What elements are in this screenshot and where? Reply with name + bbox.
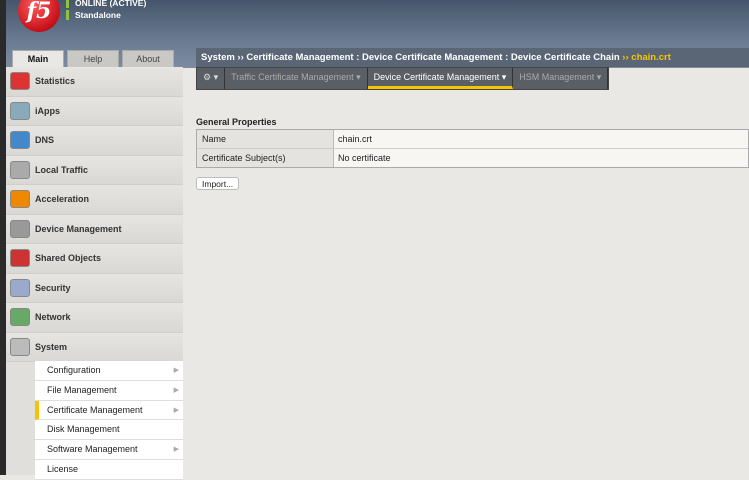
sidebar-item-system[interactable]: System xyxy=(6,332,183,362)
security-icon xyxy=(10,278,30,297)
sidebar-item-iapps[interactable]: iApps xyxy=(6,96,183,126)
properties-table: Name chain.crt Certificate Subject(s) No c… xyxy=(196,129,749,168)
submenu-label: Certificate Management xyxy=(47,404,143,415)
nav-traffic-cert[interactable]: Traffic Certificate Management ▾ xyxy=(225,68,368,89)
statistics-icon xyxy=(10,72,30,91)
row-value: No certificate xyxy=(334,148,748,167)
submenu-label: Software Management xyxy=(47,444,138,455)
submenu-label: Disk Management xyxy=(47,424,120,435)
table-row: Name chain.crt xyxy=(197,130,748,149)
row-label: Name xyxy=(197,130,334,148)
submenu-item[interactable]: Configuration ▶ xyxy=(35,361,183,381)
breadcrumb-sep: ›› xyxy=(619,52,632,63)
sidebar-item-label: Network xyxy=(35,312,71,323)
submenu-label: License xyxy=(47,463,79,474)
sidebar-item-label: Shared Objects xyxy=(35,253,102,264)
chevron-right-icon: ▶ xyxy=(173,446,179,454)
sidebar-item-label: DNS xyxy=(35,135,55,146)
chevron-right-icon: ▶ xyxy=(173,406,179,414)
network-icon xyxy=(10,308,30,327)
nav-hsm[interactable]: HSM Management ▾ xyxy=(513,68,609,89)
tab-help[interactable]: Help xyxy=(67,50,119,68)
import-button[interactable]: Import... xyxy=(196,177,240,190)
breadcrumb: System ›› Certificate Management : Devic… xyxy=(196,48,749,67)
main-tabs: Main Help About xyxy=(12,50,174,68)
shared-objects-icon xyxy=(10,249,30,268)
breadcrumb-path: System ›› Certificate Management : Devic… xyxy=(201,52,620,63)
sidebar-item-security[interactable]: Security xyxy=(6,273,183,303)
row-label: Certificate Subject(s) xyxy=(197,148,334,167)
sidebar-item-network[interactable]: Network xyxy=(6,303,183,333)
mode-text: Standalone xyxy=(66,10,121,20)
sidebar-item-device-management[interactable]: Device Management xyxy=(6,214,183,244)
sidebar-item-label: iApps xyxy=(35,105,61,116)
sidebar-item-dns[interactable]: DNS xyxy=(6,126,183,156)
chevron-right-icon: ▶ xyxy=(173,386,179,394)
nav-device-cert[interactable]: Device Certificate Management ▾ xyxy=(367,68,514,89)
sidebar-item-label: Statistics xyxy=(35,76,76,87)
sidebar-item-label: Device Management xyxy=(35,223,122,234)
device-management-icon xyxy=(10,219,30,238)
submenu-item[interactable]: Certificate Management ▶ xyxy=(35,400,183,421)
system-icon xyxy=(10,337,30,356)
iapps-icon xyxy=(10,101,30,120)
sidebar-item-label: Acceleration xyxy=(35,194,90,205)
submenu-label: Configuration xyxy=(47,365,101,375)
chevron-right-icon: ▶ xyxy=(173,367,179,374)
submenu-label: File Management xyxy=(47,384,117,395)
nav-bar: ⚙ ▾ Traffic Certificate Management ▾ Dev… xyxy=(196,67,610,90)
dns-icon xyxy=(10,131,30,150)
f5-logo: f5 xyxy=(18,0,60,32)
submenu-item[interactable]: License xyxy=(35,459,183,480)
submenu-item[interactable]: Disk Management xyxy=(35,420,183,441)
submenu-item[interactable]: Software Management ▶ xyxy=(35,440,183,460)
table-row: Certificate Subject(s) No certificate xyxy=(197,148,748,167)
acceleration-icon xyxy=(10,190,30,209)
sidebar-item-acceleration[interactable]: Acceleration xyxy=(6,185,183,215)
sidebar-item-shared-objects[interactable]: Shared Objects xyxy=(6,244,183,274)
local-traffic-icon xyxy=(10,160,30,179)
row-value: chain.crt xyxy=(334,130,748,148)
sidebar-item-statistics[interactable]: Statistics xyxy=(6,67,183,97)
section-title: General Properties xyxy=(196,117,277,127)
sidebar-item-local-traffic[interactable]: Local Traffic xyxy=(6,155,183,185)
gear-menu-icon[interactable]: ⚙ ▾ xyxy=(197,68,226,89)
sidebar-item-label: Security xyxy=(35,282,71,293)
system-submenu: Configuration ▶ File Management ▶ Certificat… xyxy=(35,361,183,480)
sidebar-item-label: System xyxy=(35,341,68,352)
submenu-item[interactable]: File Management ▶ xyxy=(35,380,183,401)
breadcrumb-current: chain.crt xyxy=(631,52,671,63)
status-text: ONLINE (ACTIVE) xyxy=(66,0,146,8)
tab-main[interactable]: Main xyxy=(12,50,64,68)
sidebar-item-label: Local Traffic xyxy=(35,164,89,175)
tab-about[interactable]: About xyxy=(122,50,174,68)
